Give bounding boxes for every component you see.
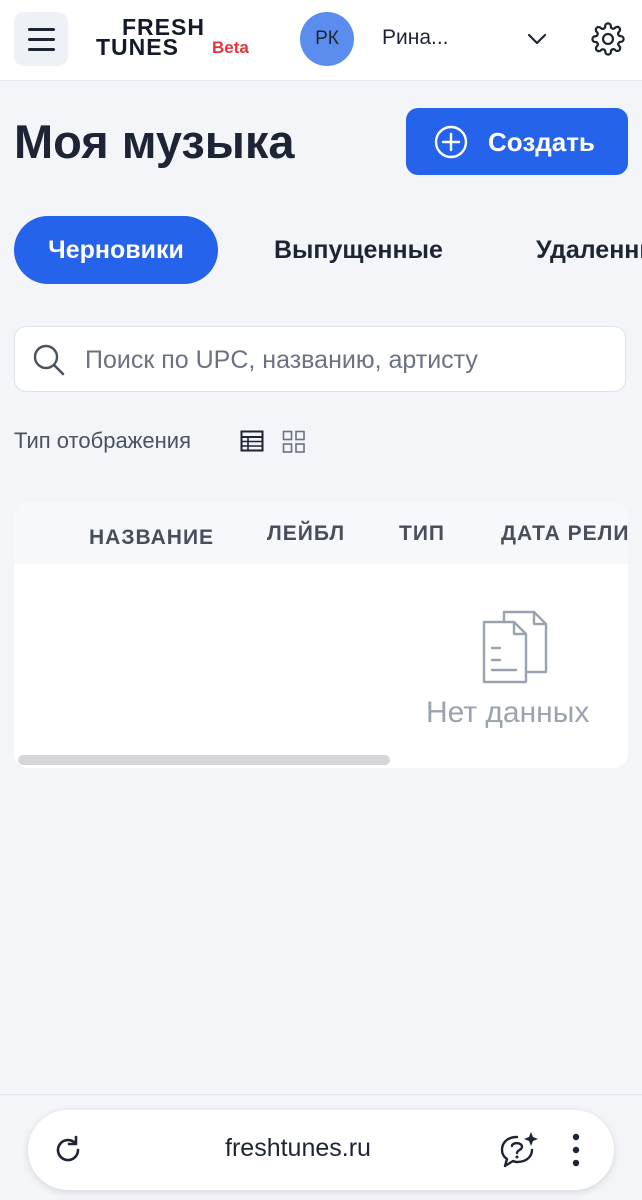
search-icon [33,344,65,376]
chevron-down-icon[interactable] [526,28,548,50]
ai-assistant-icon[interactable] [498,1130,540,1170]
logo-beta-badge: Beta [212,38,249,57]
column-header-release-date[interactable]: ДАТА РЕЛИЗА [501,522,628,546]
tab-released[interactable]: Выпущенные [274,216,443,284]
menu-icon-line [28,28,55,31]
freshtunes-logo[interactable]: FRESH TUNES Beta [96,14,256,60]
empty-document-icon [482,610,548,684]
url-text[interactable]: freshtunes.ru [28,1134,568,1163]
avatar[interactable]: РК [300,12,354,66]
status-tabs: Черновики Выпущенные Удаленные [0,216,642,286]
menu-icon-line [28,48,55,51]
table-view-icon[interactable] [240,430,264,452]
menu-button[interactable] [14,12,68,66]
top-bar: FRESH TUNES Beta РК Рина... [0,0,642,81]
column-header-label[interactable]: ЛЕЙБЛ [267,522,345,546]
tab-deleted[interactable]: Удаленные [536,216,642,284]
user-name[interactable]: Рина... [382,26,449,50]
horizontal-scrollbar[interactable] [18,755,390,765]
gear-icon[interactable] [591,22,625,56]
page-title: Моя музыка [14,115,295,168]
search-input[interactable] [83,337,617,383]
browser-address-bar: freshtunes.ru [28,1110,614,1190]
create-button[interactable]: Создать [406,108,628,175]
search-box [14,326,626,392]
column-header-type[interactable]: ТИП [399,522,445,546]
more-vertical-icon[interactable] [566,1132,586,1168]
empty-state-text: Нет данных [426,696,590,729]
menu-icon-line [28,38,55,41]
view-type-label: Тип отображения [14,428,191,453]
plus-circle-icon [434,125,468,159]
divider [0,1094,642,1095]
table-header: НАЗВАНИЕ ЛЕЙБЛ ТИП ДАТА РЕЛИЗА [14,502,628,564]
releases-table: НАЗВАНИЕ ЛЕЙБЛ ТИП ДАТА РЕЛИЗА Нет данны… [14,502,628,768]
logo-text-tunes: TUNES [96,34,179,60]
grid-view-icon[interactable] [282,430,306,454]
tab-drafts[interactable]: Черновики [14,216,218,284]
create-button-label: Создать [488,127,595,157]
column-header-title[interactable]: НАЗВАНИЕ [89,526,214,550]
